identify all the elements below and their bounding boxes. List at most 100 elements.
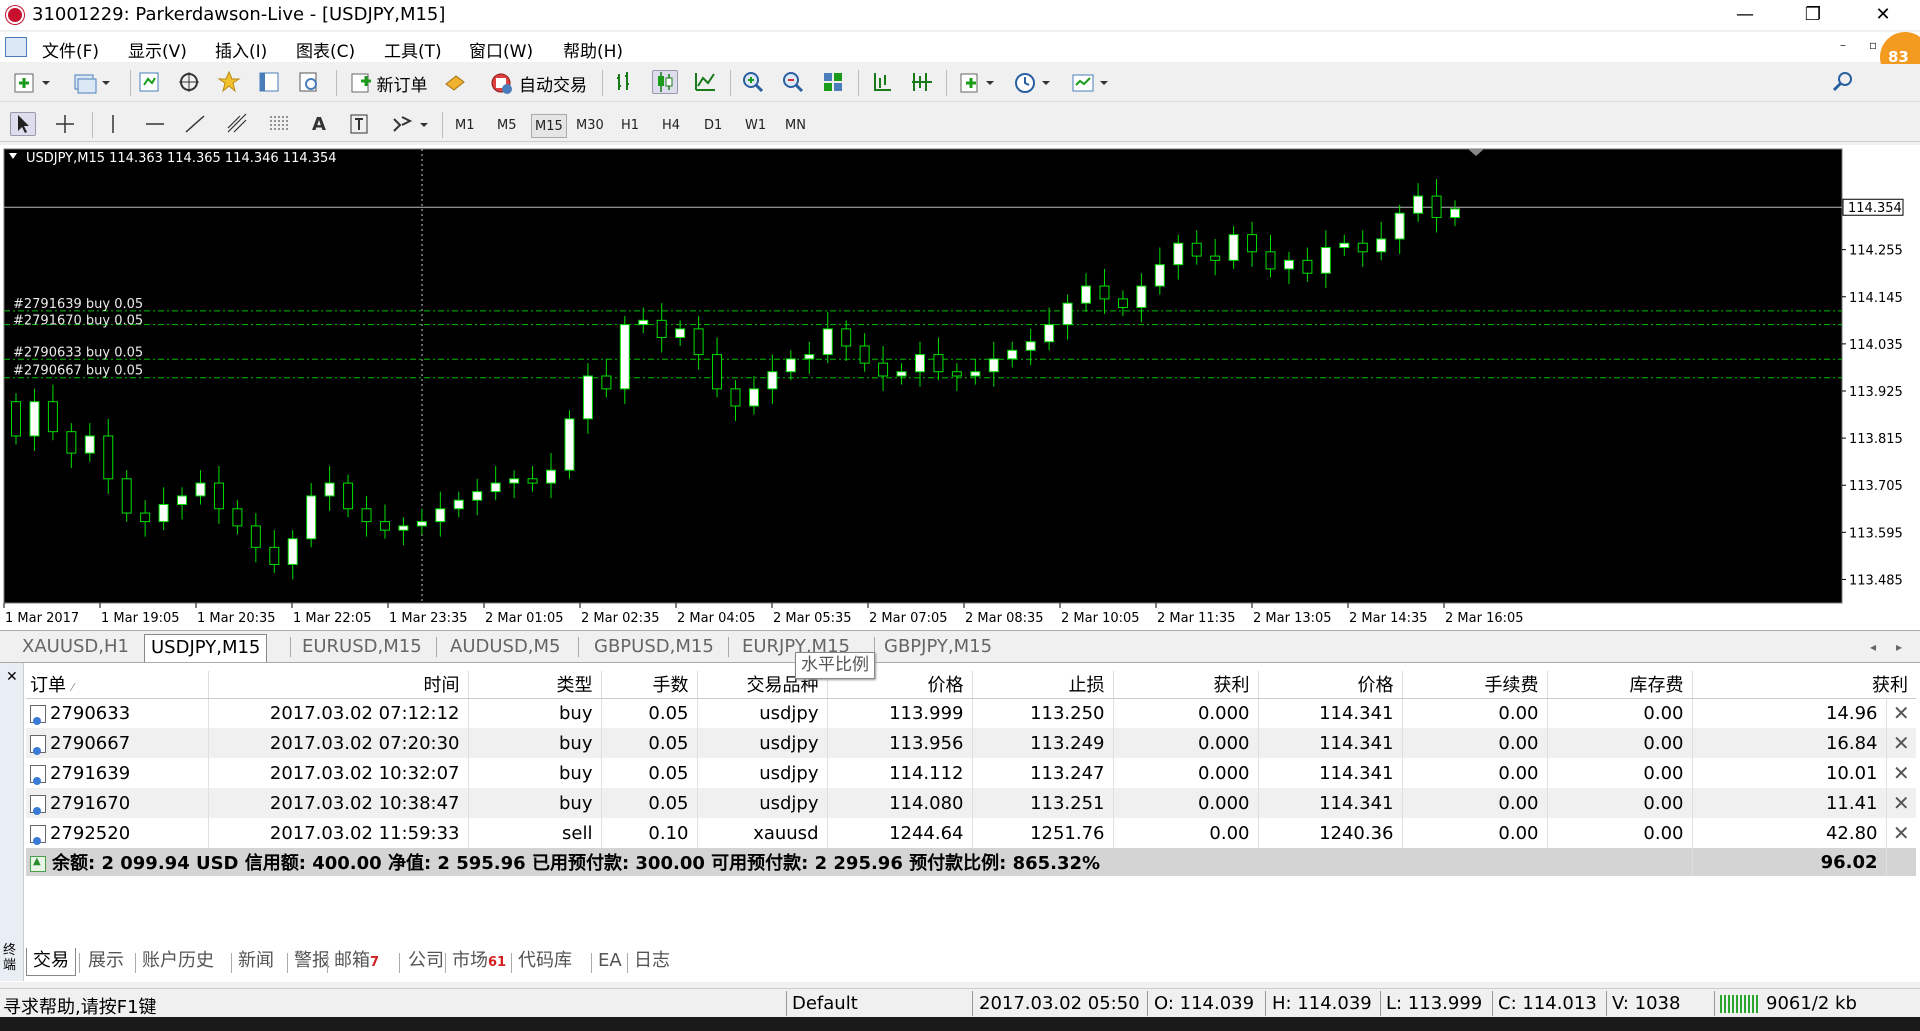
menu-insert[interactable]: 插入(I): [215, 37, 267, 62]
trendline-icon[interactable]: [182, 112, 208, 136]
terminal-tab-5[interactable]: 邮箱7: [328, 948, 385, 976]
close-order-icon[interactable]: ✕: [1886, 728, 1916, 758]
menu-help[interactable]: 帮助(H): [563, 37, 623, 62]
timeframe-mn[interactable]: MN: [782, 114, 809, 138]
timeframe-w1[interactable]: W1: [742, 114, 769, 138]
line-chart-icon[interactable]: [692, 70, 718, 94]
terminal-icon[interactable]: [256, 70, 282, 94]
order-row[interactable]: 2790667 2017.03.02 07:20:30 buy 0.05 usdjpy 1…: [26, 728, 1916, 758]
tabs-scroll-left-icon[interactable]: ◂: [1864, 634, 1882, 662]
zoom-in-icon[interactable]: [740, 70, 766, 94]
terminal-tab-9[interactable]: EA: [592, 948, 628, 976]
menu-view[interactable]: 显示(V): [128, 37, 187, 62]
terminal-tab-8[interactable]: 代码库: [512, 948, 578, 976]
timeframe-h4[interactable]: H4: [659, 114, 683, 138]
chart-tab-audusd-m5[interactable]: AUDUSD,M5: [444, 634, 567, 662]
crosshair-icon[interactable]: [52, 112, 78, 136]
horizontal-line-icon[interactable]: [142, 112, 168, 136]
close-order-icon[interactable]: ✕: [1886, 788, 1916, 818]
data-window-icon[interactable]: [176, 70, 202, 94]
text-label-icon[interactable]: [346, 112, 372, 136]
close-window-button[interactable]: ✕: [1854, 0, 1912, 30]
market-watch-icon[interactable]: [136, 70, 162, 94]
order-row[interactable]: 2792520 2017.03.02 11:59:33 sell 0.10 xauusd…: [26, 818, 1916, 848]
chart-shift-icon[interactable]: [868, 70, 894, 94]
order-row[interactable]: 2790633 2017.03.02 07:12:12 buy 0.05 usdjpy 1…: [26, 698, 1916, 728]
templates-button[interactable]: [1068, 70, 1114, 96]
new-chart-button[interactable]: [10, 70, 54, 96]
indicators-button[interactable]: [956, 70, 1000, 96]
col-current-price[interactable]: 价格: [1258, 671, 1403, 699]
periods-button[interactable]: [1012, 70, 1056, 96]
equidistant-channel-icon[interactable]: [224, 112, 250, 136]
chart-window[interactable]: USDJPY,M15 114.363 114.365 114.346 114.3…: [0, 145, 1920, 630]
terminal-tab-10[interactable]: 日志: [628, 948, 676, 976]
order-row[interactable]: 2791639 2017.03.02 10:32:07 buy 0.05 usdjpy 1…: [26, 758, 1916, 788]
col-lots[interactable]: 手数: [601, 671, 698, 699]
cursor-icon[interactable]: [10, 112, 36, 136]
price-axis-label: 113.925: [1849, 385, 1903, 400]
terminal-tab-0[interactable]: 交易: [26, 948, 76, 976]
chart-window-icon[interactable]: [5, 37, 27, 57]
chart-tab-gbpusd-m15[interactable]: GBPUSD,M15: [588, 634, 720, 662]
vertical-line-icon[interactable]: [100, 112, 126, 136]
menu-window[interactable]: 窗口(W): [469, 37, 533, 62]
profiles-button[interactable]: [70, 70, 114, 96]
menu-tools[interactable]: 工具(T): [384, 37, 442, 62]
tabs-scroll-right-icon[interactable]: ▸: [1890, 634, 1908, 662]
text-icon[interactable]: A: [306, 112, 332, 136]
timeframe-m1[interactable]: M1: [452, 114, 478, 138]
minimize-button[interactable]: —: [1716, 0, 1774, 30]
status-open: O: 114.039: [1154, 993, 1255, 1014]
terminal-tab-6[interactable]: 公司: [402, 948, 450, 976]
order-row[interactable]: 2791670 2017.03.02 10:38:47 buy 0.05 usdjpy 1…: [26, 788, 1916, 818]
mdi-restore-button[interactable]: ▫: [1869, 38, 1877, 52]
new-order-button[interactable]: 新订单: [344, 70, 432, 96]
close-order-icon[interactable]: ✕: [1886, 758, 1916, 788]
terminal-tab-1[interactable]: 展示: [82, 948, 130, 976]
timeframe-m5[interactable]: M5: [494, 114, 520, 138]
col-order[interactable]: 订单 ⁄: [26, 671, 209, 699]
restore-button[interactable]: ❐: [1784, 0, 1842, 30]
tile-windows-icon[interactable]: [820, 70, 846, 94]
timeframe-d1[interactable]: D1: [701, 114, 725, 138]
close-order-icon[interactable]: ✕: [1886, 698, 1916, 728]
order-type: sell: [468, 818, 602, 848]
chart-tab-usdjpy-m15[interactable]: USDJPY,M15: [144, 634, 268, 662]
auto-scroll-icon[interactable]: [908, 70, 934, 94]
close-order-icon[interactable]: ✕: [1886, 818, 1916, 848]
col-swap[interactable]: 库存费: [1547, 671, 1693, 699]
col-stoploss[interactable]: 止损: [972, 671, 1114, 699]
arrows-button[interactable]: [388, 112, 432, 138]
chart-tab-gbpjpy-m15[interactable]: GBPJPY,M15: [878, 634, 998, 662]
search-icon[interactable]: [1830, 70, 1856, 94]
terminal-tab-3[interactable]: 新闻: [232, 948, 280, 976]
auto-trading-button[interactable]: 自动交易: [482, 70, 594, 96]
chart-tab-eurusd-m15[interactable]: EURUSD,M15: [296, 634, 428, 662]
timeframe-h1[interactable]: H1: [618, 114, 642, 138]
fibonacci-icon[interactable]: [266, 112, 292, 136]
zoom-out-icon[interactable]: [780, 70, 806, 94]
order-line-label: #2790633 buy 0.05: [13, 345, 143, 360]
mdi-minimize-button[interactable]: –: [1840, 38, 1846, 52]
bar-chart-icon[interactable]: [612, 70, 638, 94]
strategy-tester-icon[interactable]: [296, 70, 322, 94]
col-takeprofit[interactable]: 获利: [1113, 671, 1259, 699]
chart-tab-xauusd-h1[interactable]: XAUUSD,H1: [16, 634, 135, 662]
metaeditor-icon[interactable]: [442, 70, 468, 94]
col-profit[interactable]: 获利: [1692, 671, 1916, 699]
close-terminal-icon[interactable]: ✕: [6, 669, 18, 685]
timeframe-m15[interactable]: M15: [531, 114, 567, 138]
col-time[interactable]: 时间: [208, 671, 469, 699]
navigator-icon[interactable]: [216, 70, 242, 94]
timeframe-m30[interactable]: M30: [573, 114, 607, 138]
terminal-tab-7[interactable]: 市场61: [446, 948, 512, 976]
menu-file[interactable]: 文件(F): [42, 37, 99, 62]
candlestick-chart-icon[interactable]: [652, 70, 678, 94]
terminal-tab-2[interactable]: 账户历史: [136, 948, 220, 976]
price-chart[interactable]: USDJPY,M15 114.363 114.365 114.346 114.3…: [0, 145, 1920, 630]
status-profile[interactable]: Default: [792, 993, 858, 1014]
col-commission[interactable]: 手续费: [1402, 671, 1548, 699]
menu-charts[interactable]: 图表(C): [296, 37, 355, 62]
col-type[interactable]: 类型: [468, 671, 602, 699]
